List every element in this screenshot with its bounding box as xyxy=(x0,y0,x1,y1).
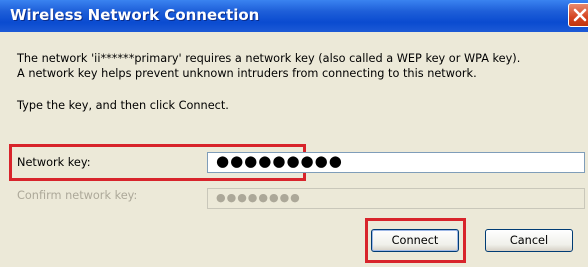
connect-button[interactable]: Connect xyxy=(371,229,459,252)
confirm-key-label: Confirm network key: xyxy=(17,189,138,202)
title-bar: Wireless Network Connection xyxy=(0,0,588,32)
network-key-field[interactable]: ●●●●●●●●● xyxy=(207,152,585,173)
message-line-2: A network key helps prevent unknown intr… xyxy=(17,67,477,80)
close-icon xyxy=(573,8,587,22)
window-title: Wireless Network Connection xyxy=(10,6,260,24)
cancel-button[interactable]: Cancel xyxy=(485,229,573,252)
message-line-1: The network 'ii******primary' requires a… xyxy=(17,52,521,65)
confirm-key-field: ●●●●●●●● xyxy=(207,188,585,209)
instruction-text: Type the key, and then click Connect. xyxy=(17,99,229,112)
network-key-label: Network key: xyxy=(17,156,91,169)
close-button[interactable] xyxy=(568,3,588,27)
